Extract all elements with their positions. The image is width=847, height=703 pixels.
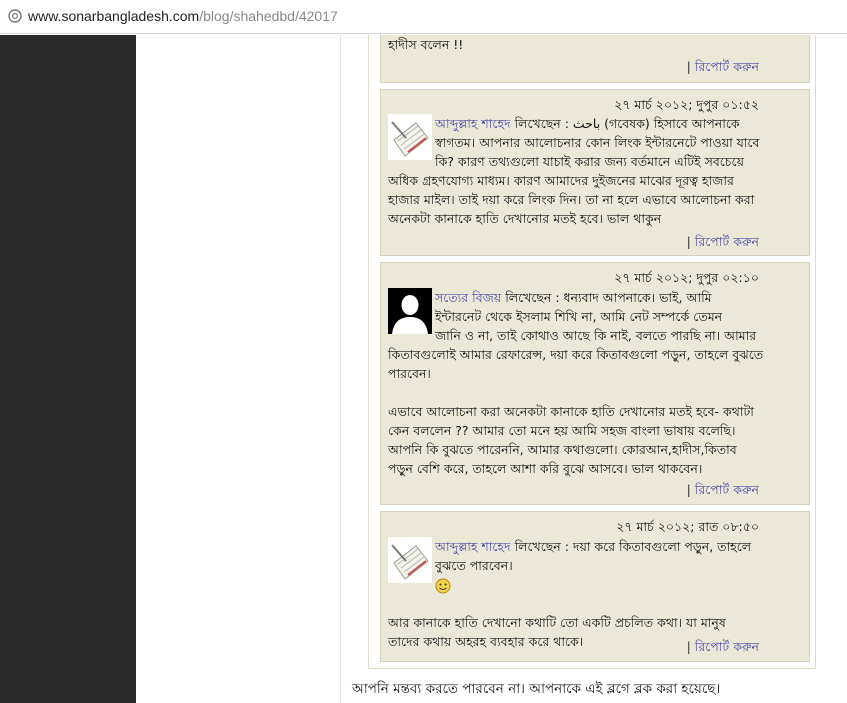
comment-item: ২৭ মার্চ ২০১২; রাত ০৮:৫০ আব্দুল্লাহ শাহে…	[380, 511, 810, 662]
comment-line: কেন বললেন ?? আমার তো মনে হয় আমি সহজ বাং…	[388, 423, 736, 438]
comment-line: দয়া করে কিতাবগুলো পড়ুন, তাহলে	[572, 539, 752, 554]
report-link[interactable]: | রিপোর্ট করুন	[687, 232, 759, 251]
comment-time: ২৭ মার্চ ২০১২; দুপুর ০২:১০	[614, 270, 759, 285]
divider: |	[686, 482, 691, 497]
comment-time: ২৭ মার্চ ২০১২; রাত ০৮:৫০	[616, 519, 759, 534]
comment-line: পড়ুন বেশি করে, তাহলে আশা করি বুঝে আসবে।…	[388, 461, 703, 476]
comment-body: হাদীস বলেন !!	[388, 35, 799, 54]
url-text[interactable]: www.sonarbangladesh.com/blog/shahedbd/42…	[28, 8, 338, 24]
comment-line: হাদীস বলেন !!	[388, 37, 464, 52]
report-link[interactable]: | রিপোর্ট করুন	[687, 480, 759, 499]
divider: |	[686, 59, 691, 74]
comment-body: আব্দুল্লাহ শাহেদ লিখেছেন : باحث (গবেষক) …	[388, 114, 799, 228]
url-path: /blog/shahedbd/42017	[199, 8, 338, 24]
comment-author-link[interactable]: আব্দুল্লাহ শাহেদ	[435, 116, 511, 131]
comment-body: সত্যের বিজয় লিখেছেন : ধন্যবাদ আপনাকে। ভ…	[388, 288, 799, 478]
comment-author-link[interactable]: সত্যের বিজয়	[435, 290, 501, 305]
url-host: www.sonarbangladesh.com	[28, 8, 200, 24]
comment-line: হাজার মাইল। তাই দয়া করে লিংক দিন। তা না…	[388, 192, 755, 207]
report-label: রিপোর্ট করুন	[694, 639, 759, 654]
comment-line: কিতাবগুলোই আমার রেফারেন্স, দয়া করে কিতা…	[388, 347, 764, 362]
comment-line: জানি ও না, তাই কোথাও আছে কি নাই, বলতে পা…	[435, 328, 757, 343]
comment-author-link[interactable]: আব্দুল্লাহ শাহেদ	[435, 539, 511, 554]
comment-line: ধন্যবাদ আপনাকে। ভাই, আমি	[563, 290, 712, 305]
report-link[interactable]: | রিপোর্ট করুন	[687, 57, 759, 76]
comment-line: এভাবে আলোচনা করা অনেকটা কানাকে হাতি দেখা…	[388, 404, 754, 419]
comment-body: আব্দুল্লাহ শাহেদ লিখেছেন : দয়া করে কিতা…	[388, 537, 799, 651]
divider: |	[686, 234, 691, 249]
report-label: রিপোর্ট করুন	[694, 234, 759, 249]
comment-line: আর কানাকে হাতি দেখানো কথাটি তো একটি প্রচ…	[388, 615, 726, 630]
comment-line: باحث (গবেষক) হিসাবে আপনাকে	[572, 116, 740, 131]
address-bar[interactable]: www.sonarbangladesh.com/blog/shahedbd/42…	[0, 0, 847, 34]
says-label: লিখেছেন :	[501, 290, 564, 305]
report-label: রিপোর্ট করুন	[694, 59, 759, 74]
globe-icon	[8, 9, 22, 23]
comment-line: কি? কারণ তথ্যগুলো যাচাই করার জন্য বর্তমা…	[435, 154, 744, 169]
comment-line: বুঝতে পারবেন।	[435, 558, 513, 573]
comment-line: পারবেন।	[388, 366, 431, 381]
says-label: লিখেছেন :	[510, 116, 573, 131]
left-sidebar-background	[0, 35, 136, 703]
report-link[interactable]: | রিপোর্ট করুন	[687, 637, 759, 656]
comment-item: ২৭ মার্চ ২০১২; দুপুর ০১:৫২ আব্দুল্লাহ শা…	[380, 89, 810, 256]
comment-item: হাদীস বলেন !! | রিপোর্ট করুন	[380, 35, 810, 83]
report-label: রিপোর্ট করুন	[694, 482, 759, 497]
comment-line: স্বাগতম। আপনার আলোচনার কোন লিংক ইন্টারনে…	[435, 135, 760, 150]
comment-time: ২৭ মার্চ ২০১২; দুপুর ০১:৫২	[614, 97, 759, 112]
comment-line: ইন্টারনেট থেকে ইসলাম শিখি না, আমি নেট সম…	[435, 309, 723, 324]
comment-line: অধিক গ্রহণযোগ্য মাধ্যম। কারণ আমাদের দুইজ…	[388, 173, 734, 188]
comment-item: ২৭ মার্চ ২০১২; দুপুর ০২:১০ সত্যের বিজয় …	[380, 262, 810, 505]
comment-line: অনেকটা কানাকে হাতি দেখানোর মতই হবে। ভাল …	[388, 211, 662, 226]
says-label: লিখেছেন :	[510, 539, 573, 554]
comment-line: আপনি কি বুঝতে পারেননি, আমার কথাগুলো। কোর…	[388, 442, 737, 457]
smiley-emoticon-icon	[435, 578, 451, 593]
blocked-notice: আপনি মন্তব্য করতে পারবেন না। আপনাকে এই ব…	[352, 681, 721, 697]
divider: |	[686, 639, 691, 654]
